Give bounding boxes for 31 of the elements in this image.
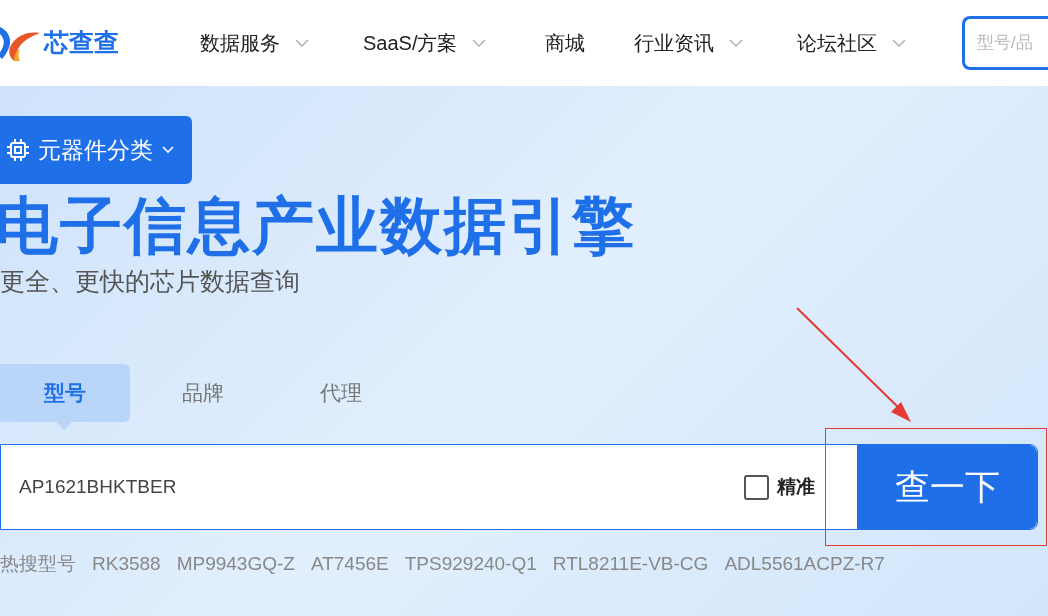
search-tab[interactable]: 品牌 <box>138 364 268 422</box>
category-dropdown-button[interactable]: 元器件分类 <box>0 116 192 184</box>
chevron-down-icon <box>471 38 488 48</box>
nav-link[interactable]: 商城 <box>545 28 634 58</box>
logo-text[interactable]: 芯查查 <box>44 24 119 62</box>
hero-subtitle: 更全、更快的芯片数据查询 <box>0 266 301 297</box>
nav-link[interactable]: 数据服务 <box>200 28 363 58</box>
hot-search-link[interactable]: TPS929240-Q1 <box>404 550 537 579</box>
hot-search-label: 热搜型号 <box>0 552 76 576</box>
pointer-triangle <box>56 422 72 430</box>
chevron-down-icon <box>891 38 907 48</box>
search-tab[interactable]: 型号 <box>0 364 130 422</box>
search-bar[interactable]: AP1621BHKTBER 精准 查一下 <box>0 444 1038 530</box>
hot-search-link[interactable]: RTL8211E-VB-CG <box>552 550 709 579</box>
search-input[interactable]: AP1621BHKTBER <box>1 445 744 529</box>
checkbox-label: 精准 <box>777 474 815 499</box>
nav-link[interactable]: 行业资讯 <box>634 28 797 58</box>
hot-search-link[interactable]: AT7456E <box>310 550 389 579</box>
nav-link[interactable]: 论坛社区 <box>797 28 957 58</box>
search-button[interactable]: 查一下 <box>857 445 1037 529</box>
chip-icon <box>6 138 30 162</box>
search-tab[interactable]: 代理 <box>276 364 406 422</box>
hot-search-link[interactable]: MP9943GQ-Z <box>176 550 295 579</box>
checkbox[interactable] <box>744 474 769 500</box>
hot-search-link[interactable]: RK3588 <box>92 550 161 579</box>
chevron-down-icon <box>161 145 175 155</box>
chevron-down-icon <box>728 38 744 48</box>
chevron-down-icon <box>294 38 310 48</box>
search-field[interactable]: 型号/品 <box>962 16 1048 70</box>
hot-search-link[interactable]: ADL5561ACPZ-R7 <box>724 550 885 579</box>
nav-link[interactable]: SaaS/方案 <box>363 28 545 58</box>
